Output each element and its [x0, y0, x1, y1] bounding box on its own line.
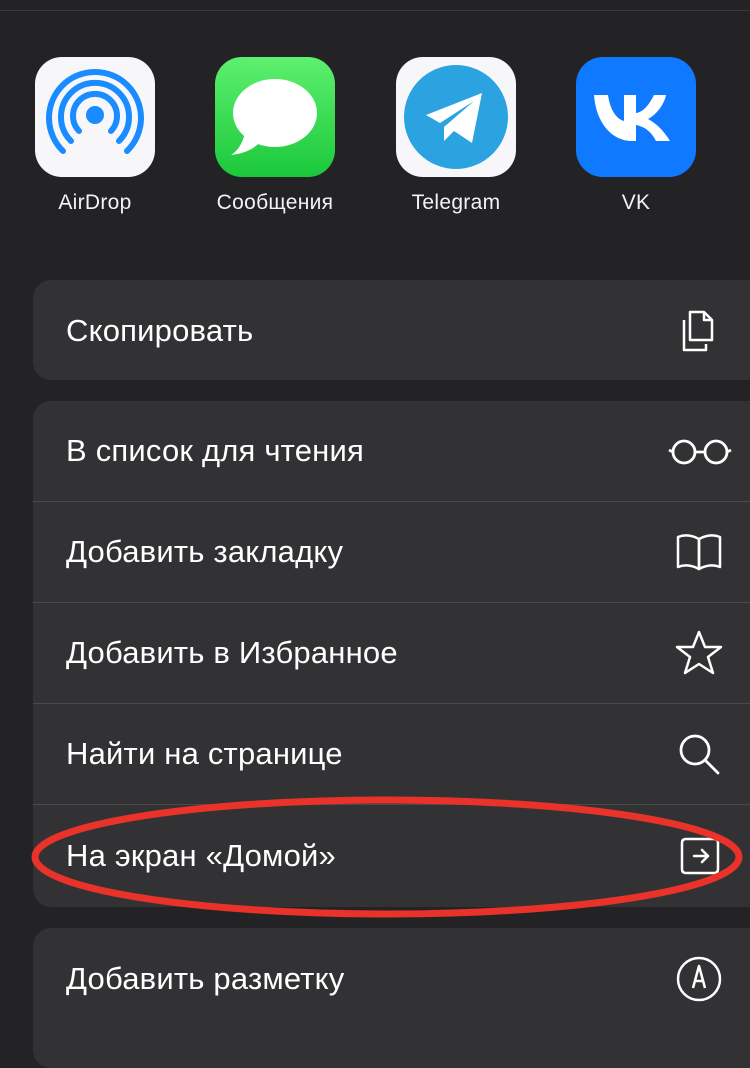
search-icon [674, 729, 724, 779]
action-add-favorites-label: Добавить в Избранное [66, 635, 398, 670]
action-copy-label: Скопировать [66, 312, 254, 348]
markup-icon [674, 954, 724, 1004]
action-copy[interactable]: Скопировать [33, 280, 750, 380]
airdrop-label: AirDrop [58, 191, 132, 214]
airdrop-icon [35, 57, 155, 177]
telegram-icon [396, 57, 516, 177]
top-divider [0, 10, 750, 11]
action-reading-list-label: В список для чтения [66, 433, 364, 468]
share-apps-row: AirDrop Сообщения Telegram VK [0, 57, 750, 227]
share-app-vk[interactable]: VK [561, 57, 711, 215]
action-add-to-home-screen-label: На экран «Домой» [66, 837, 336, 873]
vk-label: VK [621, 191, 651, 214]
messages-icon [215, 57, 335, 177]
action-add-favorites[interactable]: Добавить в Избранное [33, 603, 750, 704]
share-app-telegram[interactable]: Telegram [381, 57, 531, 215]
action-find-on-page[interactable]: Найти на странице [33, 704, 750, 805]
vk-icon [576, 57, 696, 177]
copy-icon [674, 306, 724, 356]
share-app-airdrop[interactable]: AirDrop [20, 57, 170, 215]
action-add-markup[interactable]: Добавить разметку [33, 928, 750, 1029]
action-add-to-home-screen[interactable]: На экран «Домой» [33, 805, 750, 906]
action-group-main: В список для чтения Добавить закладку До… [33, 401, 750, 907]
action-group-markup: Добавить разметку [33, 928, 750, 1068]
action-find-on-page-label: Найти на странице [66, 736, 343, 771]
share-app-messages[interactable]: Сообщения [200, 57, 350, 215]
book-icon [674, 527, 724, 577]
telegram-label: Telegram [411, 191, 501, 214]
messages-label: Сообщения [216, 191, 334, 214]
action-group-copy: Скопировать [33, 280, 750, 380]
star-icon [674, 628, 724, 678]
action-add-bookmark[interactable]: Добавить закладку [33, 502, 750, 603]
action-add-markup-label: Добавить разметку [66, 960, 345, 996]
glasses-icon [668, 426, 732, 476]
action-add-bookmark-label: Добавить закладку [66, 534, 344, 569]
action-reading-list[interactable]: В список для чтения [33, 401, 750, 502]
add-to-home-icon [674, 831, 724, 881]
